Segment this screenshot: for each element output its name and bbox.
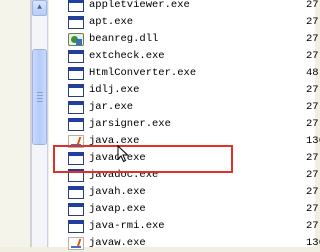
vertical-scrollbar[interactable]: ▲ bbox=[31, 0, 48, 247]
file-name: beanreg.dll bbox=[89, 33, 159, 45]
file-size: 27 bbox=[306, 169, 319, 181]
file-size: 136 bbox=[306, 237, 320, 249]
file-row[interactable]: idlj.exe 27 bbox=[49, 82, 319, 99]
highlight-box bbox=[53, 145, 233, 173]
file-name: jar.exe bbox=[89, 101, 134, 113]
file-size: 136 bbox=[306, 135, 320, 147]
scroll-up-arrow-icon[interactable]: ▲ bbox=[32, 0, 47, 16]
file-row[interactable]: jar.exe 27 bbox=[49, 99, 319, 116]
file-name: HtmlConverter.exe bbox=[89, 67, 197, 79]
exe-window-icon bbox=[68, 118, 84, 131]
file-row[interactable]: HtmlConverter.exe 48 bbox=[49, 65, 319, 82]
file-row[interactable]: appletviewer.exe 27 bbox=[49, 0, 319, 14]
file-name: appletviewer.exe bbox=[89, 0, 190, 11]
file-size: 27 bbox=[306, 84, 319, 96]
file-row[interactable]: apt.exe 27 bbox=[49, 14, 319, 31]
file-name: javaw.exe bbox=[89, 237, 146, 249]
file-name: extcheck.exe bbox=[89, 50, 165, 62]
exe-window-icon bbox=[68, 0, 84, 12]
exe-window-icon bbox=[68, 220, 84, 233]
thumb-grip-line bbox=[37, 98, 43, 99]
thumb-grip-line bbox=[37, 95, 43, 96]
file-row[interactable]: java-rmi.exe 27 bbox=[49, 218, 319, 235]
file-size: 27 bbox=[306, 0, 319, 11]
exe-window-icon bbox=[68, 50, 84, 63]
thumb-grip-line bbox=[37, 101, 43, 102]
exe-window-icon bbox=[68, 101, 84, 114]
file-name: jarsigner.exe bbox=[89, 118, 171, 130]
exe-window-icon bbox=[68, 203, 84, 216]
exe-window-icon bbox=[68, 67, 84, 80]
file-size: 27 bbox=[306, 118, 319, 130]
file-size: 48 bbox=[306, 67, 319, 79]
file-row[interactable]: jarsigner.exe 27 bbox=[49, 116, 319, 133]
exe-window-icon bbox=[68, 84, 84, 97]
file-row[interactable]: beanreg.dll 27 bbox=[49, 31, 319, 48]
file-size: 27 bbox=[306, 33, 319, 45]
file-size: 27 bbox=[306, 220, 319, 232]
exe-window-icon bbox=[68, 186, 84, 199]
dll-component-icon bbox=[68, 33, 84, 46]
exe-window-icon bbox=[68, 16, 84, 29]
file-name: java-rmi.exe bbox=[89, 220, 165, 232]
file-row[interactable]: javah.exe 27 bbox=[49, 184, 319, 201]
file-size: 27 bbox=[306, 203, 319, 215]
file-size: 27 bbox=[306, 101, 319, 113]
file-size: 27 bbox=[306, 186, 319, 198]
file-name: javah.exe bbox=[89, 186, 146, 198]
file-list[interactable]: appletviewer.exe 27 apt.exe 27 beanreg.d… bbox=[49, 0, 320, 250]
file-row[interactable]: extcheck.exe 27 bbox=[49, 48, 319, 65]
thumb-grip-line bbox=[37, 92, 43, 93]
file-size: 27 bbox=[306, 50, 319, 62]
file-size: 27 bbox=[306, 152, 319, 164]
left-pane bbox=[0, 0, 31, 247]
file-name: idlj.exe bbox=[89, 84, 140, 96]
file-row[interactable]: javap.exe 27 bbox=[49, 201, 319, 218]
mouse-cursor-icon bbox=[117, 145, 129, 163]
file-row[interactable]: javaw.exe 136 bbox=[49, 235, 320, 252]
java-cup-icon bbox=[68, 237, 84, 250]
scroll-thumb[interactable] bbox=[32, 49, 47, 145]
file-name: apt.exe bbox=[89, 16, 134, 28]
file-name: javap.exe bbox=[89, 203, 146, 215]
file-size: 27 bbox=[306, 16, 319, 28]
